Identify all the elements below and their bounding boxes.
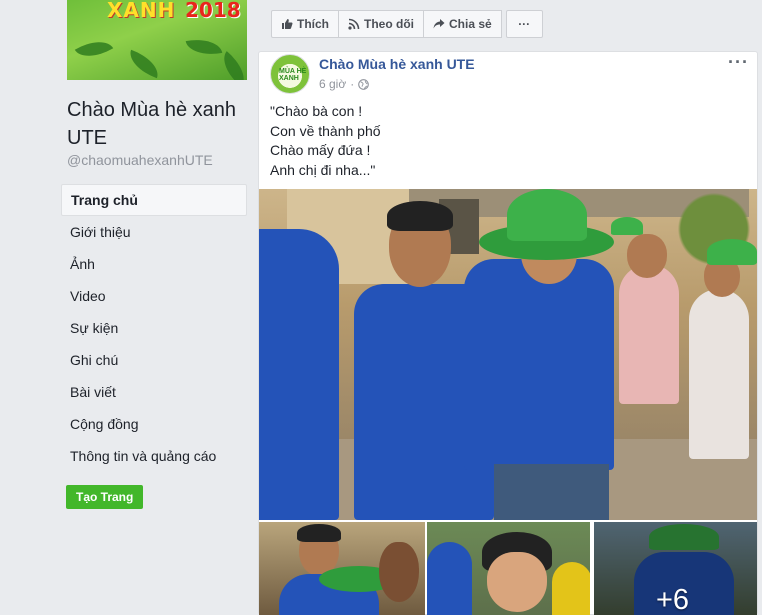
nav-item-events[interactable]: Sự kiện bbox=[61, 312, 247, 344]
photo-hat-right bbox=[707, 239, 757, 265]
photo-thumbnail-more[interactable]: +6 bbox=[594, 522, 757, 615]
thumb-child-face bbox=[487, 552, 547, 612]
post-photo-thumbnails: +6 bbox=[259, 522, 757, 615]
post-timestamp[interactable]: 6 giờ bbox=[319, 77, 346, 91]
like-button[interactable]: Thích bbox=[271, 10, 339, 38]
nav-item-notes[interactable]: Ghi chú bbox=[61, 344, 247, 376]
thumb-person-hair bbox=[297, 524, 341, 542]
photo-person-student bbox=[464, 259, 614, 470]
leaf-decoration bbox=[124, 49, 164, 79]
leaf-decoration bbox=[215, 51, 247, 80]
follow-label: Theo dõi bbox=[364, 17, 414, 31]
nav-item-photos[interactable]: Ảnh bbox=[61, 248, 247, 280]
more-photos-count: +6 bbox=[656, 584, 690, 615]
thumb-person-shirt bbox=[427, 542, 472, 615]
photo-hat bbox=[507, 189, 587, 241]
nav-item-posts[interactable]: Bài viết bbox=[61, 376, 247, 408]
thumb-child-shirt bbox=[552, 562, 590, 615]
avatar-logo-text: MÙA HÈ XANH bbox=[279, 68, 307, 82]
page-title: Chào Mùa hè xanh UTE bbox=[67, 99, 237, 149]
post-line: "Chào bà con ! bbox=[270, 103, 363, 119]
nav-item-about[interactable]: Giới thiệu bbox=[61, 216, 247, 248]
page-action-bar: Thích Theo dõi Chia sẻ ··· bbox=[271, 10, 543, 38]
thumb-person-right bbox=[379, 542, 419, 602]
follow-button[interactable]: Theo dõi bbox=[338, 10, 424, 38]
page-profile-picture[interactable]: XANH 2018 bbox=[67, 0, 247, 80]
rss-icon bbox=[348, 18, 360, 30]
more-options-button[interactable]: ··· bbox=[505, 10, 543, 38]
create-page-button[interactable]: Tạo Trang bbox=[66, 485, 144, 509]
post-author-name[interactable]: Chào Mùa hè xanh UTE bbox=[319, 56, 475, 72]
post-card: MÙA HÈ XANH Chào Mùa hè xanh UTE 6 giờ ·… bbox=[258, 51, 758, 615]
post-line: Chào mấy đứa ! bbox=[270, 142, 371, 158]
photo-person-man-hair bbox=[387, 201, 453, 231]
page-nav: Trang chủ Giới thiệu Ảnh Video Sự kiện G… bbox=[61, 184, 247, 472]
post-message: "Chào bà con ! Con về thành phố Chào mấy… bbox=[270, 102, 381, 180]
dot-separator: · bbox=[350, 77, 355, 91]
photo-person-student-pants bbox=[494, 464, 609, 520]
nav-item-info-ads[interactable]: Thông tin và quảng cáo bbox=[61, 440, 247, 472]
post-main-photo[interactable] bbox=[259, 189, 757, 520]
post-options-menu[interactable]: ··· bbox=[728, 52, 749, 73]
thumbs-up-icon bbox=[282, 19, 293, 29]
nav-item-videos[interactable]: Video bbox=[61, 280, 247, 312]
globe-icon[interactable] bbox=[358, 78, 370, 90]
leaf-decoration bbox=[74, 32, 114, 66]
share-button[interactable]: Chia sẻ bbox=[423, 10, 502, 38]
page-username[interactable]: @chaomuahexanhUTE bbox=[67, 152, 213, 168]
share-label: Chia sẻ bbox=[449, 17, 492, 31]
photo-child-pink bbox=[619, 264, 679, 404]
like-label: Thích bbox=[297, 17, 329, 31]
cover-brand-text: XANH bbox=[107, 0, 176, 22]
photo-child-pink-head bbox=[627, 234, 667, 278]
photo-hat-small bbox=[611, 217, 643, 235]
post-meta: 6 giờ · bbox=[319, 77, 370, 91]
post-line: Anh chị đi nha..." bbox=[270, 161, 376, 178]
page-sidebar: XANH 2018 Chào Mùa hè xanh UTE @chaomuah… bbox=[0, 0, 258, 615]
leaf-decoration bbox=[185, 35, 223, 59]
photo-thumbnail[interactable] bbox=[427, 522, 590, 615]
nav-item-home[interactable]: Trang chủ bbox=[61, 184, 247, 216]
photo-child-right bbox=[689, 289, 749, 459]
photo-thumbnail[interactable] bbox=[259, 522, 425, 615]
post-author-avatar[interactable]: MÙA HÈ XANH bbox=[270, 54, 310, 94]
nav-item-community[interactable]: Cộng đồng bbox=[61, 408, 247, 440]
cover-year-text: 2018 bbox=[185, 0, 241, 22]
post-line: Con về thành phố bbox=[270, 122, 381, 139]
photo-person-left bbox=[259, 229, 339, 520]
share-arrow-icon bbox=[433, 19, 445, 29]
